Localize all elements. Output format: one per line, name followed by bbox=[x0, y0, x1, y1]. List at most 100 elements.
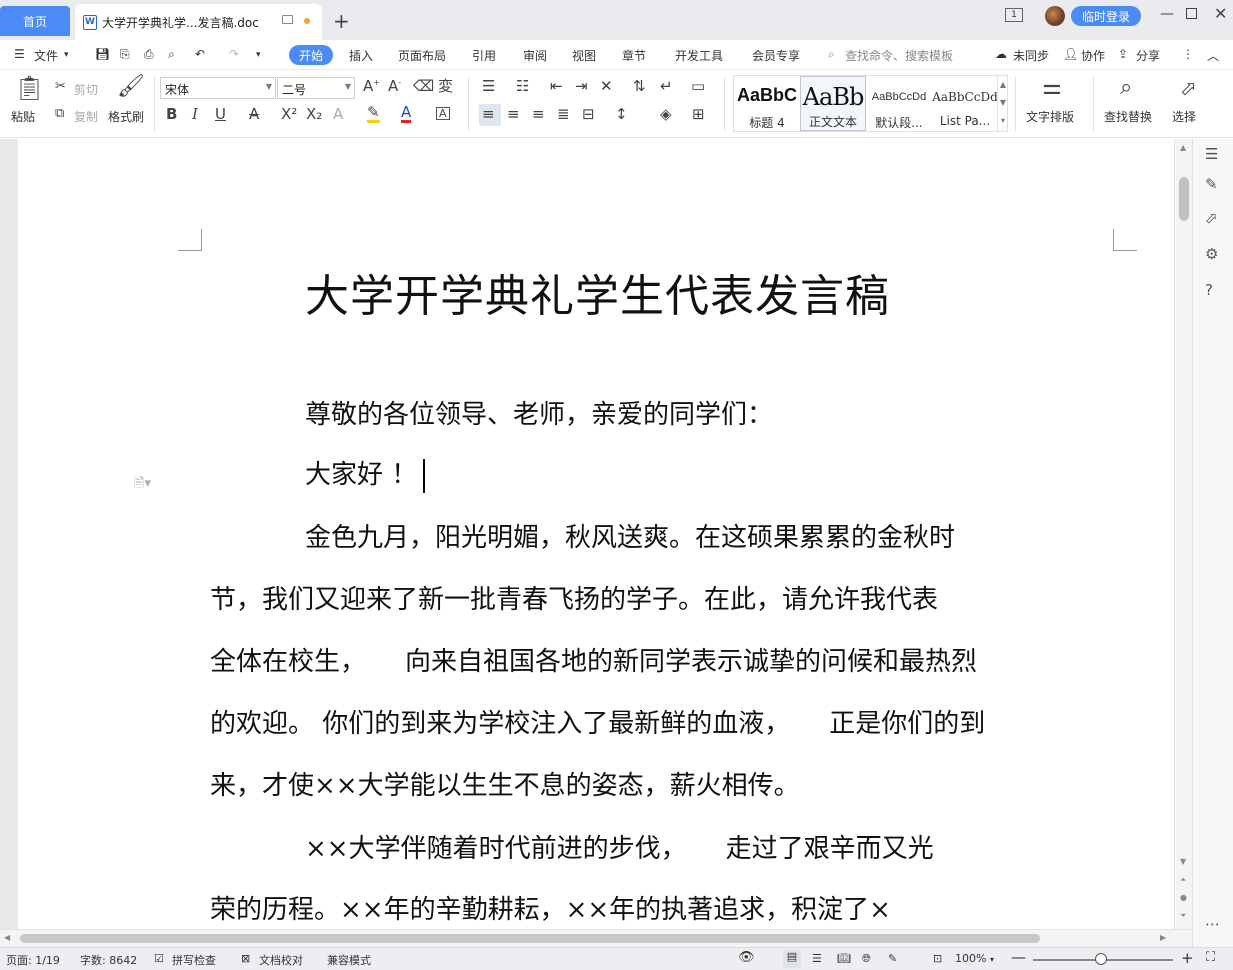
panel-menu-icon[interactable]: ☰ bbox=[1205, 145, 1218, 163]
browse-object-icon[interactable]: ● bbox=[1180, 893, 1187, 902]
page-indicator[interactable]: 页面: 1/19 bbox=[6, 952, 60, 968]
cursor-icon[interactable]: ⬀ bbox=[1205, 209, 1218, 227]
char-border-icon[interactable]: A bbox=[436, 107, 450, 120]
minimize-icon[interactable]: — bbox=[1160, 6, 1174, 22]
text-layout-button[interactable]: 文字排版 bbox=[1026, 108, 1074, 125]
style-default-para[interactable]: AaBbCcDd 默认段... bbox=[866, 76, 932, 131]
zoom-out-icon[interactable]: — bbox=[1011, 948, 1026, 966]
menu-member[interactable]: 会员专享 bbox=[752, 47, 800, 64]
text-effect-icon[interactable]: A bbox=[333, 107, 343, 122]
login-button[interactable]: 临时登录 bbox=[1071, 6, 1141, 26]
menu-view[interactable]: 视图 bbox=[572, 47, 596, 64]
font-color-icon[interactable]: A bbox=[401, 105, 412, 123]
underline-icon[interactable]: U bbox=[215, 107, 226, 122]
zoom-level[interactable]: 100% bbox=[955, 952, 986, 965]
zoom-dropdown-icon[interactable]: ▾ bbox=[990, 955, 994, 964]
word-count[interactable]: 字数: 8642 bbox=[80, 952, 137, 968]
distributed-icon[interactable]: ⊟ bbox=[582, 107, 595, 122]
menu-developer[interactable]: 开发工具 bbox=[675, 47, 723, 64]
edit-pen-icon[interactable]: ✎ bbox=[1205, 175, 1218, 193]
new-tab-button[interactable]: + bbox=[333, 9, 350, 33]
chevron-down-icon[interactable]: ▾ bbox=[64, 50, 69, 60]
justify-icon[interactable]: ≣ bbox=[557, 107, 570, 122]
hamburger-icon[interactable]: ☰ bbox=[14, 47, 25, 61]
font-name-select[interactable]: 宋体 ▼ bbox=[160, 77, 276, 99]
spellcheck-button[interactable]: 拼写检查 bbox=[172, 952, 216, 968]
sync-status[interactable]: 未同步 bbox=[1013, 47, 1049, 64]
increase-indent-icon[interactable]: ⇥ bbox=[575, 79, 588, 94]
collapse-ribbon-icon[interactable]: ︿ bbox=[1207, 47, 1219, 64]
superscript-icon[interactable]: X² bbox=[281, 107, 297, 122]
write-mode-icon[interactable]: ✎ bbox=[888, 952, 897, 965]
subscript-icon[interactable]: X₂ bbox=[306, 107, 322, 122]
bullet-list-icon[interactable]: ☰ bbox=[482, 79, 495, 94]
horizontal-scroll-thumb[interactable] bbox=[20, 934, 1040, 943]
menu-review[interactable]: 审阅 bbox=[523, 47, 547, 64]
italic-icon[interactable]: I bbox=[192, 107, 198, 122]
decrease-indent-icon[interactable]: ⇤ bbox=[550, 79, 563, 94]
share-button[interactable]: 分享 bbox=[1136, 47, 1160, 64]
menu-insert[interactable]: 插入 bbox=[349, 47, 373, 64]
print-icon[interactable]: ⎙ bbox=[144, 47, 154, 62]
vertical-scrollbar[interactable]: ▲ ▼ ⏶ ● ⏷ bbox=[1174, 139, 1192, 929]
reading-view-icon[interactable]: 📖︎ bbox=[837, 952, 851, 965]
line-spacing-icon[interactable]: ↕ bbox=[615, 107, 628, 122]
find-replace-button[interactable]: 查找替换 bbox=[1104, 108, 1152, 125]
style-heading4[interactable]: AaBbC 标题 4 bbox=[734, 76, 800, 131]
style-body-text[interactable]: AaBb 正文文本 bbox=[800, 76, 866, 131]
export-pdf-icon[interactable]: ⎘ bbox=[120, 47, 130, 62]
font-size-select[interactable]: 二号 ▼ bbox=[277, 77, 355, 99]
vertical-scroll-thumb[interactable] bbox=[1179, 177, 1189, 221]
maximize-icon[interactable] bbox=[1186, 8, 1197, 19]
ruler-icon[interactable]: ▭ bbox=[691, 79, 705, 94]
print-preview-icon[interactable]: ⌕ bbox=[168, 47, 175, 62]
customize-quickaccess-icon[interactable]: ▾ bbox=[256, 50, 261, 60]
phonetic-guide-icon[interactable]: 変 bbox=[438, 79, 453, 94]
scroll-right-icon[interactable]: ▶ bbox=[1160, 933, 1166, 942]
collaborate-button[interactable]: 协作 bbox=[1081, 47, 1105, 64]
align-center-icon[interactable]: ≡ bbox=[507, 107, 520, 122]
sort-icon[interactable]: ⇅ bbox=[633, 79, 646, 94]
show-marks-icon[interactable]: ↵ bbox=[660, 79, 673, 94]
zoom-in-icon[interactable]: + bbox=[1181, 949, 1194, 967]
proofread-button[interactable]: 文档校对 bbox=[259, 952, 303, 968]
paragraph-menu-icon[interactable]: 🗎︎▾ bbox=[134, 474, 151, 496]
select-button[interactable]: 选择 bbox=[1172, 108, 1196, 125]
scroll-left-icon[interactable]: ◀ bbox=[4, 933, 10, 942]
borders-icon[interactable]: ⊞ bbox=[692, 107, 705, 122]
more-icon[interactable]: ⋮ bbox=[1182, 47, 1194, 61]
format-painter-button[interactable]: 格式刷 bbox=[108, 108, 144, 125]
menu-file[interactable]: 文件 bbox=[34, 47, 58, 64]
horizontal-scrollbar[interactable]: ◀ ▶ bbox=[0, 929, 1192, 947]
page-view-icon[interactable]: ▤ bbox=[783, 950, 801, 968]
avatar[interactable] bbox=[1045, 6, 1065, 26]
menu-start[interactable]: 开始 bbox=[289, 45, 333, 65]
prev-page-icon[interactable]: ⏶ bbox=[1180, 875, 1186, 885]
menu-page-layout[interactable]: 页面布局 bbox=[398, 47, 446, 64]
web-view-icon[interactable]: 🌐︎ bbox=[862, 952, 871, 966]
clear-format-icon[interactable]: ⌫ bbox=[413, 79, 434, 94]
cut-button[interactable]: 剪切 bbox=[74, 81, 98, 98]
redo-icon[interactable]: ↷ bbox=[229, 47, 239, 61]
fit-page-icon[interactable]: ⊡ bbox=[933, 952, 942, 965]
fullscreen-icon[interactable]: ⛶ bbox=[1206, 950, 1215, 965]
close-icon[interactable]: ✕ bbox=[1214, 4, 1227, 23]
tab-home[interactable]: 首页 bbox=[0, 6, 70, 36]
scroll-down-icon[interactable]: ▼ bbox=[1180, 857, 1186, 866]
copy-button[interactable]: 复制 bbox=[74, 108, 98, 125]
zoom-slider-thumb[interactable] bbox=[1095, 953, 1107, 965]
align-right-icon[interactable]: ≡ bbox=[532, 107, 545, 122]
monitor-icon[interactable] bbox=[282, 15, 293, 24]
menu-references[interactable]: 引用 bbox=[472, 47, 496, 64]
window-badge-icon[interactable]: 1 bbox=[1005, 8, 1023, 22]
grow-font-icon[interactable]: A+ bbox=[363, 79, 380, 94]
outline-view-icon[interactable]: ☰ bbox=[812, 952, 822, 965]
save-icon[interactable]: 💾︎ bbox=[95, 47, 110, 61]
eye-protect-icon[interactable]: 👁︎ bbox=[738, 950, 755, 965]
document-canvas[interactable]: 🗎︎▾ 大学开学典礼学生代表发言稿 尊敬的各位领导、老师，亲爱的同学们： 大家好… bbox=[18, 139, 1174, 929]
tab-document[interactable]: W 大学开学典礼学...发言稿.doc bbox=[75, 4, 322, 40]
strikethrough-icon[interactable]: A bbox=[249, 107, 259, 122]
shrink-font-icon[interactable]: A- bbox=[388, 79, 401, 94]
scroll-up-icon[interactable]: ▲ bbox=[1180, 143, 1186, 152]
undo-icon[interactable]: ↶ bbox=[195, 47, 205, 61]
